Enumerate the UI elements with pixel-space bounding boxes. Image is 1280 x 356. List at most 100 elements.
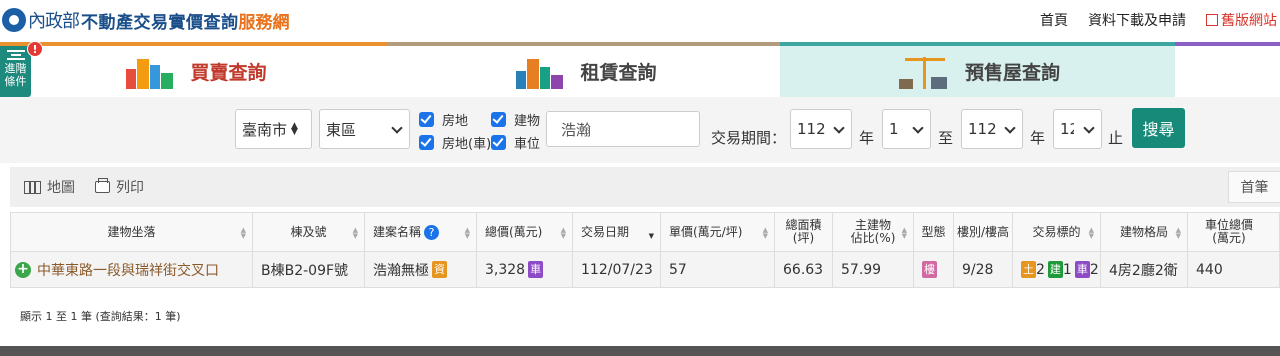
search-button[interactable]: 搜尋 <box>1132 108 1185 148</box>
col-target[interactable]: 交易標的 ▲ ▼ <box>1013 213 1101 251</box>
sort-icon: ▲ ▼ <box>1175 226 1181 240</box>
tab-presale[interactable]: 預售屋查詢 <box>780 42 1175 97</box>
query-tabs: 買賣查詢 租賃查詢 預售屋查詢 <box>0 42 1280 97</box>
to-year-select[interactable]: 112 <box>961 109 1023 149</box>
district-select[interactable]: 東區 <box>319 109 410 149</box>
cell-parking-price: 440 <box>1196 261 1223 278</box>
col-area[interactable]: 總面積 (坪) <box>775 213 833 251</box>
info-badge[interactable]: 資 <box>432 261 447 278</box>
print-button[interactable]: 列印 <box>95 177 144 197</box>
keyword-value: 浩瀚 <box>561 120 592 139</box>
logo-org: 內政部 <box>28 11 80 32</box>
first-record-button[interactable]: 首筆 <box>1228 171 1280 203</box>
cell-date: 112/07/23 <box>573 252 661 287</box>
sort-icon: ▲ ▼ <box>762 226 768 240</box>
expand-icon[interactable]: + <box>15 261 31 278</box>
col-unit-price[interactable]: 單價(萬元/坪) ▲ ▼ <box>661 213 775 251</box>
checkbox-label: 建物 <box>514 114 541 129</box>
search-bar: 臺南市 ▲ ▼ 東區 房地 建物 房地(車) 車位 浩瀚 交易期間： 112 年 … <box>0 97 1280 163</box>
old-site-link[interactable]: 舊版網站 <box>1206 10 1280 30</box>
nav-home[interactable]: 首頁 <box>1040 10 1068 30</box>
cell-address[interactable]: + 中華東路一段與瑞祥街交叉口 <box>11 252 253 287</box>
land-count: 2 <box>1036 261 1045 278</box>
col-address[interactable]: 建物坐落 ▲ ▼ <box>11 213 253 251</box>
col-type[interactable]: 型態 <box>914 213 954 251</box>
tab-more[interactable] <box>1175 42 1280 97</box>
tab-sale-label: 買賣查詢 <box>190 62 267 84</box>
logo-subtitle: 服務網 <box>238 12 290 33</box>
col-project[interactable]: 建案名稱? ▲ ▼ <box>365 213 477 251</box>
col-unit[interactable]: 棟及號 ▲ ▼ <box>253 213 365 251</box>
bottom-bar <box>0 346 1280 356</box>
header-label: 單價(萬元/坪) <box>669 224 743 239</box>
chevron-down-icon <box>1004 122 1016 134</box>
checkbox-building[interactable]: 建物 <box>491 110 540 129</box>
site-logo[interactable]: 內政部 不動產交易實價查詢 服務網 <box>0 4 290 36</box>
emblem-icon <box>2 8 26 32</box>
year-label-2: 年 <box>1030 129 1046 147</box>
result-summary: 顯示 1 至 1 筆 (查詢結果：1 筆) <box>20 310 181 323</box>
print-label: 列印 <box>116 180 144 196</box>
checkbox-land-building-parking[interactable]: 房地(車) <box>419 133 491 152</box>
checkbox-checked-icon <box>491 112 506 127</box>
construction-crane-icon <box>895 55 955 89</box>
to-month-select[interactable]: 12 <box>1053 109 1102 149</box>
checkbox-checked-icon <box>491 135 506 150</box>
building-badge: 建 <box>1047 261 1063 278</box>
header-label: 棟及號 <box>290 224 327 239</box>
col-parking-price[interactable]: 車位總價 (萬元) <box>1188 213 1270 251</box>
cell-type: 樓 <box>914 252 954 287</box>
building-count: 1 <box>1062 261 1072 278</box>
col-main-ratio[interactable]: 主建物 佔比(%) ▲ ▼ <box>833 213 914 251</box>
land-badge: 土 <box>1021 261 1036 278</box>
from-month-value: 1 <box>889 120 899 138</box>
project-text: 浩瀚無極 <box>373 262 429 279</box>
checkbox-land-building[interactable]: 房地 <box>419 110 468 129</box>
nav-download[interactable]: 資料下載及申請 <box>1088 10 1186 30</box>
cell-unit: B棟B2-09F號 <box>253 252 365 287</box>
header-label: 交易標的 <box>1032 224 1081 239</box>
to-month-value: 12 <box>1060 120 1074 138</box>
logo-title: 不動產交易實價查詢 <box>81 12 239 33</box>
old-site-label: 舊版網站 <box>1221 13 1277 29</box>
header-label: 建物格局 <box>1119 224 1168 239</box>
advanced-filter-button[interactable]: 進階 條件 <box>0 46 31 97</box>
external-link-icon <box>1206 14 1218 26</box>
header-label: 總價(萬元) <box>485 224 543 239</box>
top-nav: 首頁 資料下載及申請 舊版網站 <box>1040 10 1280 30</box>
header-label: 主建物 佔比(%) <box>850 218 896 245</box>
table-row[interactable]: + 中華東路一段與瑞祥街交叉口 B棟B2-09F號 浩瀚無極 資 3,328 車… <box>10 252 1280 288</box>
from-year-select[interactable]: 112 <box>790 109 852 149</box>
checkbox-parking[interactable]: 車位 <box>491 133 540 152</box>
cell-target: 土2 建1 車2 <box>1013 252 1101 287</box>
city-select[interactable]: 臺南市 ▲ ▼ <box>235 109 312 149</box>
to-label: 至 <box>938 129 954 147</box>
header-label: 車位總價 (萬元) <box>1204 218 1253 245</box>
period-label: 交易期間： <box>711 129 787 147</box>
car-badge: 車 <box>1074 261 1090 278</box>
cell-project: 浩瀚無極 資 <box>365 252 477 287</box>
sort-desc-icon: ▼ <box>648 232 654 240</box>
checkbox-label: 房地 <box>442 114 469 129</box>
table-header: 建物坐落 ▲ ▼ 棟及號 ▲ ▼ 建案名稱? ▲ ▼ 總價(萬元) ▲ ▼ 交易日期 ▼ 單價(萬… <box>10 212 1280 252</box>
map-button[interactable]: 地圖 <box>24 177 75 197</box>
col-date[interactable]: 交易日期 ▼ <box>573 213 661 251</box>
sort-updown-icon: ▲ ▼ <box>291 121 298 137</box>
header-label: 樓別/樓高 <box>956 224 1010 239</box>
rent-buildings-icon <box>510 55 570 89</box>
parking-badge: 車 <box>528 261 544 278</box>
header: 內政部 不動產交易實價查詢 服務網 首頁 資料下載及申請 舊版網站 <box>0 0 1280 42</box>
help-icon[interactable]: ? <box>424 224 440 240</box>
col-floor[interactable]: 樓別/樓高 <box>954 213 1013 251</box>
keyword-input[interactable]: 浩瀚 <box>546 111 700 147</box>
checkbox-label: 房地(車) <box>442 137 492 152</box>
col-layout[interactable]: 建物格局 ▲ ▼ <box>1101 213 1188 251</box>
tab-sale[interactable]: 買賣查詢 <box>0 42 387 97</box>
tab-rent[interactable]: 租賃查詢 <box>387 42 780 97</box>
results-toolbar: 地圖 列印 首筆 <box>10 167 1280 207</box>
from-month-select[interactable]: 1 <box>882 109 931 149</box>
header-label: 建案名稱 <box>373 224 422 239</box>
chevron-down-icon <box>833 122 845 134</box>
city-value: 臺南市 <box>242 120 288 139</box>
col-total-price[interactable]: 總價(萬元) ▲ ▼ <box>477 213 573 251</box>
